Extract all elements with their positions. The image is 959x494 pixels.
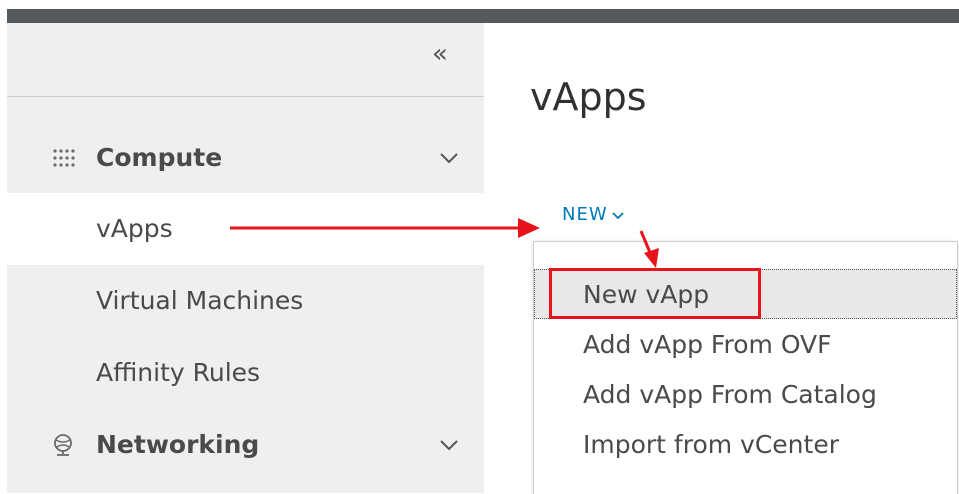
page-title: vApps [530, 75, 647, 119]
menu-item-label: Add vApp From OVF [583, 330, 832, 359]
menu-item-label: Add vApp From Catalog [583, 380, 877, 409]
new-button-label: NEW [562, 204, 608, 225]
sidebar: « Compute vApps Virtual Machines Affinit… [7, 23, 484, 493]
sidebar-item-virtual-machines[interactable]: Virtual Machines [7, 265, 484, 337]
nav-group-compute[interactable]: Compute [7, 128, 484, 188]
top-header-bar [7, 9, 959, 23]
menu-item-import-from-vcenter[interactable]: Import from vCenter [534, 419, 957, 469]
network-globe-icon [54, 434, 72, 456]
sidebar-item-label: vApps [96, 214, 173, 243]
sidebar-item-vapps[interactable]: vApps [7, 193, 484, 265]
menu-item-new-vapp[interactable]: New vApp [534, 269, 957, 319]
nav-group-label: Networking [96, 430, 260, 459]
sidebar-item-label: Virtual Machines [96, 286, 304, 315]
menu-item-label: Import from vCenter [583, 430, 839, 459]
grid-icon [53, 149, 75, 167]
sidebar-collapse-row: « [7, 23, 484, 97]
nav-group-networking[interactable]: Networking [7, 415, 484, 475]
sidebar-item-affinity-rules[interactable]: Affinity Rules [7, 337, 484, 409]
collapse-double-chevron-icon[interactable]: « [432, 39, 448, 69]
chevron-down-icon [440, 153, 458, 164]
sidebar-item-label: Affinity Rules [96, 358, 261, 387]
menu-item-label: New vApp [583, 280, 710, 309]
chevron-down-icon [612, 212, 624, 220]
chevron-down-icon [440, 440, 458, 451]
nav-group-label: Compute [96, 143, 223, 172]
menu-item-add-vapp-from-ovf[interactable]: Add vApp From OVF [534, 319, 957, 369]
menu-item-add-vapp-from-catalog[interactable]: Add vApp From Catalog [534, 369, 957, 419]
new-button[interactable]: NEW [562, 204, 624, 225]
new-dropdown-menu: New vApp Add vApp From OVF Add vApp From… [533, 241, 958, 494]
